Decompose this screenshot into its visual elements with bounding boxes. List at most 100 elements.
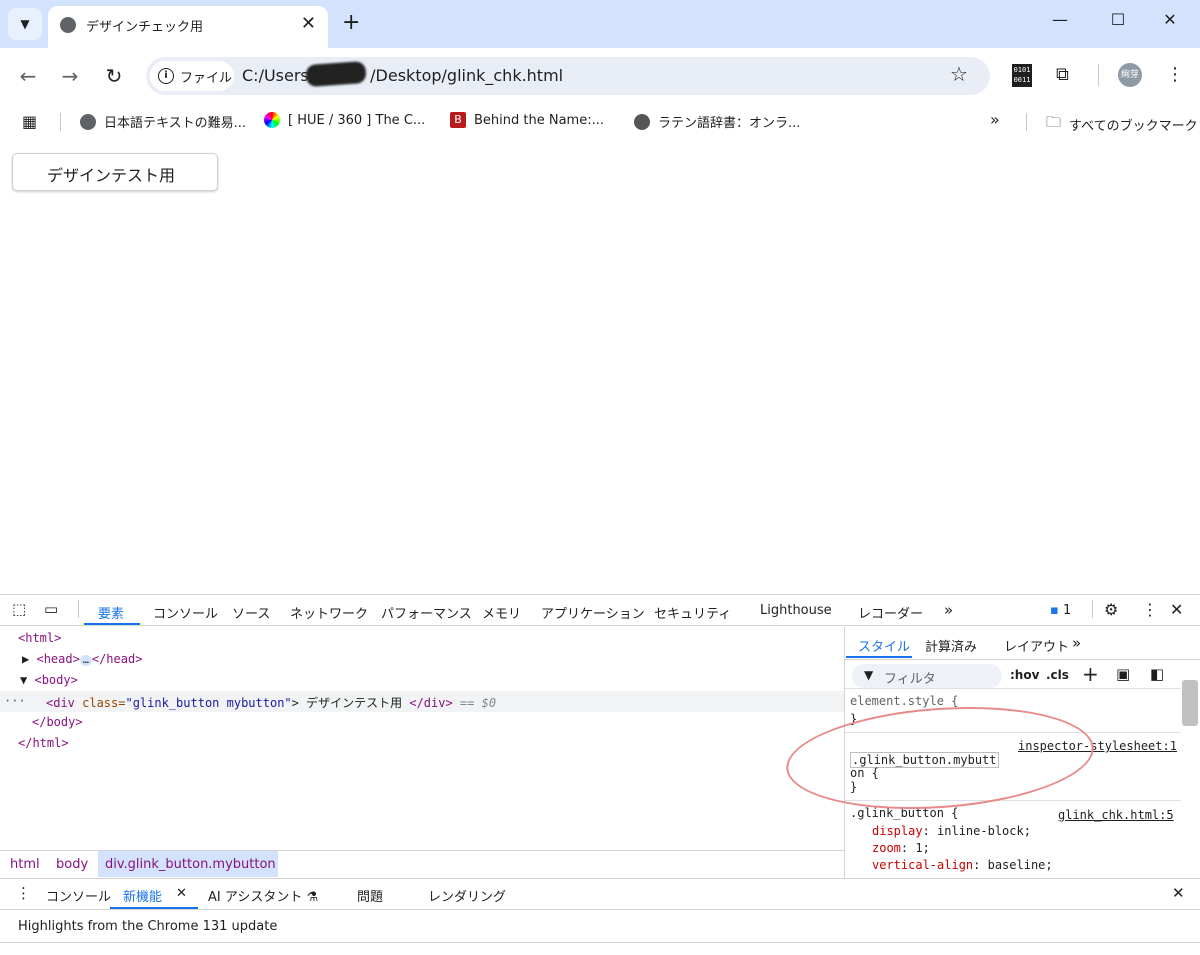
drawer-tab-rendering[interactable]: レンダリング	[428, 886, 506, 905]
head-node[interactable]: ▶ <head>… </head>	[22, 652, 142, 666]
back-button[interactable]: ←	[14, 62, 42, 90]
forward-button[interactable]: →	[56, 62, 84, 90]
body-close-tag[interactable]: </body>	[32, 715, 83, 729]
bookmark-item[interactable]: 日本語テキストの難易...	[80, 112, 246, 131]
tab-performance[interactable]: パフォーマンス	[381, 603, 472, 622]
tab-lighthouse[interactable]: Lighthouse	[760, 603, 832, 618]
tab-security[interactable]: セキュリティ	[654, 603, 731, 622]
class-attr-name: class=	[82, 696, 126, 710]
tab-sources[interactable]: ソース	[232, 603, 270, 622]
collapsed-ellipsis[interactable]: …	[79, 655, 92, 666]
whats-new-headline: Highlights from the Chrome 131 update	[18, 919, 278, 934]
devtools-menu-icon[interactable]: ⋮	[1142, 600, 1158, 619]
tab-recorder[interactable]: レコーダー	[858, 603, 923, 622]
drawer-menu-icon[interactable]: ⋮	[16, 884, 31, 902]
tab-application[interactable]: アプリケーション	[541, 603, 645, 622]
more-tabs-button[interactable]: »	[944, 601, 953, 619]
paint-icon[interactable]: ▣	[1116, 665, 1130, 683]
element-style-rule[interactable]: element.style {	[850, 694, 958, 708]
avatar[interactable]: 絢芽	[1118, 63, 1142, 87]
div-node[interactable]: <div class="glink_button mybutton"> デザイン…	[46, 694, 496, 711]
styles-toolbar-border	[845, 688, 1181, 689]
tab-layout[interactable]: レイアウト	[1004, 636, 1069, 655]
info-icon: i	[158, 68, 174, 84]
globe-icon	[80, 113, 96, 130]
styles-filter-input[interactable]: ▼ フィルタ	[852, 664, 1002, 688]
bookmark-item[interactable]: [ HUE / 360 ] The C...	[264, 112, 425, 128]
html-close-tag[interactable]: </html>	[18, 736, 69, 750]
browser-tab[interactable]: デザインチェック用 ✕	[48, 6, 328, 48]
css-property-row[interactable]: display: inline-block;	[872, 824, 1031, 838]
url-text[interactable]: C:/Users/ /Desktop/glink_chk.html	[242, 66, 563, 85]
gear-icon[interactable]: ⚙	[1104, 600, 1118, 619]
close-icon[interactable]: ✕	[301, 13, 316, 34]
tab-search-button[interactable]: ▼	[8, 8, 42, 40]
bookmark-label: Behind the Name:...	[474, 112, 604, 128]
maximize-button[interactable]: ☐	[1098, 10, 1138, 38]
tab-memory[interactable]: メモリ	[482, 603, 521, 622]
chevron-down-icon: ▼	[20, 17, 30, 31]
reload-button[interactable]: ↻	[100, 62, 128, 90]
drawer-active-indicator	[110, 907, 198, 909]
star-icon[interactable]: ☆	[950, 62, 968, 86]
drawer-tab-ai-assistant[interactable]: AI アシスタント ⚗	[208, 886, 318, 905]
bookmark-label: 日本語テキストの難易...	[104, 116, 247, 131]
cls-button[interactable]: .cls	[1046, 668, 1069, 682]
css-property-row[interactable]: vertical-align: baseline;	[872, 858, 1053, 872]
breadcrumb-html[interactable]: html	[10, 857, 40, 872]
html-open-tag[interactable]: <html>	[18, 631, 61, 645]
devtools-separator	[1092, 600, 1093, 618]
site-info-chip[interactable]: i ファイル	[150, 61, 234, 91]
site-info-label: ファイル	[180, 71, 233, 86]
inspect-element-icon[interactable]: ⬚	[12, 600, 26, 618]
binary-extension-icon[interactable]: 0101 0011	[1012, 64, 1032, 87]
bookmark-item[interactable]: ラテン語辞書：オンラ...	[634, 112, 800, 131]
tab-styles[interactable]: スタイル	[858, 636, 910, 655]
drawer-tab-whats-new[interactable]: 新機能	[123, 886, 162, 905]
styles-more-tabs[interactable]: »	[1072, 634, 1081, 652]
all-bookmarks-button[interactable]: 🗀 すべてのブックマーク	[1046, 112, 1198, 137]
filter-icon: ▼	[864, 668, 874, 682]
devtools-close-icon[interactable]: ✕	[1170, 600, 1183, 619]
breadcrumb-div[interactable]: div.glink_button.mybutton	[105, 857, 276, 872]
expand-triangle-icon[interactable]: ▶	[22, 652, 29, 666]
styles-tab-border	[845, 659, 1200, 660]
extensions-icon[interactable]: ⧉	[1056, 64, 1069, 85]
new-tab-button[interactable]: +	[342, 10, 360, 35]
issues-button[interactable]: ▪ 1	[1050, 603, 1071, 618]
tab-console[interactable]: コンソール	[153, 603, 218, 622]
styles-scrollbar[interactable]	[1182, 680, 1198, 726]
minimize-button[interactable]: —	[1040, 10, 1080, 38]
design-test-button[interactable]: デザインテスト用	[12, 153, 218, 191]
drawer-tab-issues[interactable]: 問題	[357, 886, 383, 905]
row-menu-dots[interactable]: ···	[4, 694, 26, 708]
hov-button[interactable]: :hov	[1010, 668, 1039, 682]
b-logo-icon: B	[450, 112, 466, 128]
drawer-tab-console[interactable]: コンソール	[46, 886, 111, 905]
body-node[interactable]: ▼ <body>	[20, 673, 78, 687]
bookmark-item[interactable]: B Behind the Name:...	[450, 112, 604, 128]
all-bookmarks-label: すべてのブックマーク	[1069, 119, 1198, 134]
collapse-triangle-icon[interactable]: ▼	[20, 673, 27, 687]
styles-tab-indicator	[846, 656, 912, 658]
tab-elements[interactable]: 要素	[98, 603, 124, 622]
device-toolbar-icon[interactable]: ▭	[44, 600, 58, 618]
sidebar-toggle-icon[interactable]: ◧	[1150, 665, 1164, 683]
url-suffix: /Desktop/glink_chk.html	[370, 66, 564, 85]
menu-icon[interactable]: ⋮	[1166, 64, 1184, 85]
glink-source-link[interactable]: glink_chk.html:5	[1058, 808, 1174, 822]
div-close-tag: </div>	[409, 696, 453, 710]
tab-computed[interactable]: 計算済み	[925, 636, 977, 655]
more-bookmarks-button[interactable]: »	[990, 110, 1000, 129]
breadcrumb-body[interactable]: body	[56, 857, 88, 872]
globe-icon	[60, 17, 76, 33]
flask-icon: ⚗	[306, 890, 319, 905]
css-property-row[interactable]: zoom: 1;	[872, 841, 930, 855]
head-close-tag: </head>	[91, 652, 143, 666]
apps-grid-icon[interactable]: ▦	[22, 112, 37, 131]
tab-network[interactable]: ネットワーク	[290, 603, 368, 622]
drawer-close-icon[interactable]: ✕	[1172, 884, 1185, 902]
drawer-tab-close[interactable]: ✕	[176, 886, 187, 901]
window-close-button[interactable]: ✕	[1150, 10, 1190, 38]
new-rule-button[interactable]: +	[1082, 662, 1099, 686]
